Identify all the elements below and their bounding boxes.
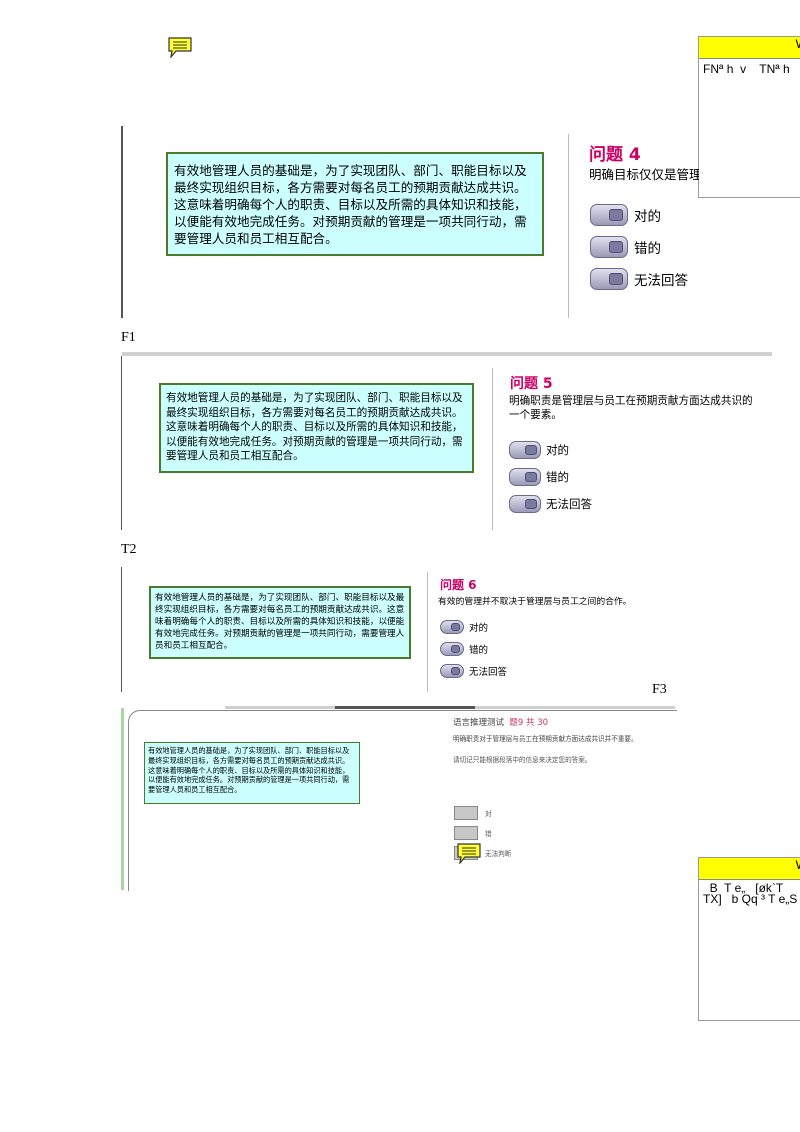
option-label: 错的 [546,470,569,484]
option-label: 错的 [469,645,489,656]
passage-text: 有效地管理人员的基础是，为了实现团队、部门、职能目标以及最终实现组织目标，各方需… [166,152,544,256]
panel-border [121,126,123,318]
option-label: 对的 [546,443,569,457]
passage-text: 有效地管理人员的基础是，为了实现团队、部门、职能目标以及最终实现组织目标，各方需… [144,742,360,804]
option-cannot-say[interactable]: 无法回答 [440,664,507,678]
option-cannot-say[interactable]: 无法回答 [590,268,688,290]
question-text: 有效的管理并不取决于管理层与员工之间的合作。 [438,597,632,607]
comment-popup-bottom: W B T e„ [øk`T TX] b Qq ³ T e„S [698,857,800,1021]
instruction-text: 请切记只能根据段落中的信息来决定您的答案。 [453,756,592,764]
option-true[interactable]: 对的 [509,441,569,459]
figure-label-t2: T2 [121,542,137,557]
note-icon[interactable] [456,842,482,864]
question-title: 问题 4 [589,145,641,165]
question-text: 明确职责是管理层与员工在预期贡献方面达成共识的一个要素。 [509,395,753,421]
question-progress: 题9 共 30 [509,718,549,728]
comment-header: W [699,858,800,880]
option-label: 错的 [634,241,661,257]
radio-button[interactable] [509,495,541,513]
radio-button[interactable] [590,268,628,290]
option-label: 无法回答 [634,273,688,289]
option-label: 无法判断 [485,850,512,858]
radio-button[interactable] [509,468,541,486]
panel-divider [568,134,569,318]
radio-button[interactable] [590,236,628,258]
option-label: 无法回答 [469,667,508,678]
passage-text: 有效地管理人员的基础是，为了实现团队、部门、职能目标以及最终实现组织目标，各方需… [149,586,411,659]
passage-text: 有效地管理人员的基础是，为了实现团队、部门、职能目标以及最终实现组织目标，各方需… [159,383,474,473]
radio-button[interactable] [440,642,464,656]
comment-popup-top: W FNª h v TNª h [698,36,800,198]
panel-divider [427,572,428,692]
option-label: 对的 [469,623,489,634]
figure-label-f3: F3 [652,682,667,697]
option-false[interactable]: 错的 [509,468,569,486]
test-name: 语言推理测试 [453,718,505,728]
option-false[interactable]: 错的 [440,642,488,656]
question-text: 明确目标仅仅是管理 [589,167,699,182]
radio-button[interactable] [440,620,464,634]
comment-body: FNª h v TNª h [703,62,790,76]
question-title: 问题 6 [440,578,477,592]
option-false[interactable]: 错的 [590,236,661,258]
option-true[interactable]: 对的 [440,620,488,634]
panel-divider [492,368,493,530]
option-label: 对的 [634,209,661,225]
panel-top-bar-dark [335,706,475,709]
comment-body: B T e„ [øk`T TX] b Qq ³ T e„S [703,881,798,906]
radio-button[interactable] [440,664,464,678]
question-title: 问题 5 [510,376,553,392]
test-header: 语言推理测试 题9 共 30 [453,716,548,728]
option-false[interactable]: 错 [454,826,492,840]
option-cannot-say[interactable]: 无法回答 [509,495,592,513]
option-label: 错 [485,830,492,838]
panel-green-border [121,708,124,890]
figure-label-f1: F1 [121,330,136,345]
option-label: 无法回答 [546,497,592,511]
panel-top-bar [122,352,772,356]
question-text: 明确职责对于管理层与员工在预期贡献方面达成共识并不重要。 [453,735,638,743]
comment-header: W [699,37,800,59]
panel-border [121,567,122,692]
panel-border [121,356,122,530]
option-label: 对 [485,810,492,818]
radio-button[interactable] [590,204,628,226]
option-true[interactable]: 对的 [590,204,661,226]
radio-button[interactable] [454,806,478,820]
note-icon[interactable] [167,36,193,58]
radio-button[interactable] [454,826,478,840]
radio-button[interactable] [509,441,541,459]
option-true[interactable]: 对 [454,806,492,820]
